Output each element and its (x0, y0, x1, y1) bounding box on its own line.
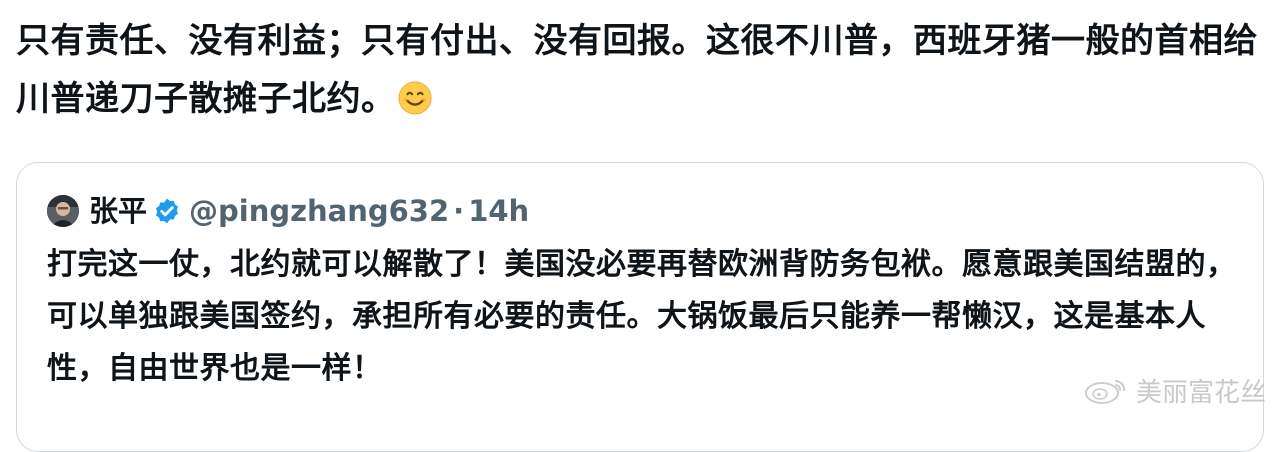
separator-dot: · (453, 194, 465, 228)
smiling-face-emoji-icon (397, 81, 432, 115)
avatar[interactable] (47, 195, 79, 227)
post-body: 只有责任、没有利益；只有付出、没有回报。这很不川普，西班牙猪一般的首相给川普递刀… (16, 21, 1258, 119)
avatar-image (47, 195, 79, 227)
post-text: 只有责任、没有利益；只有付出、没有回报。这很不川普，西班牙猪一般的首相给川普递刀… (16, 12, 1266, 128)
watermark-text: 美丽富花丝 (1135, 377, 1266, 408)
post-timestamp[interactable]: 14h (468, 189, 529, 233)
author-name[interactable]: 张平 (89, 189, 147, 233)
author-handle[interactable]: @pingzhang632 (189, 189, 449, 233)
weibo-logo-icon (1084, 380, 1125, 404)
quoted-post-card[interactable]: 张平 @pingzhang632 · 14h 打完这一仗，北约就可以解散了！美国… (16, 162, 1264, 452)
verified-badge-icon (156, 198, 178, 224)
watermark: 美丽富花丝 (1080, 372, 1266, 408)
quoted-post-header: 张平 @pingzhang632 · 14h (47, 189, 529, 233)
quoted-post-text: 打完这一仗，北约就可以解散了！美国没必要再替欧洲背防务包袱。愿意跟美国结盟的，可… (47, 247, 1237, 386)
